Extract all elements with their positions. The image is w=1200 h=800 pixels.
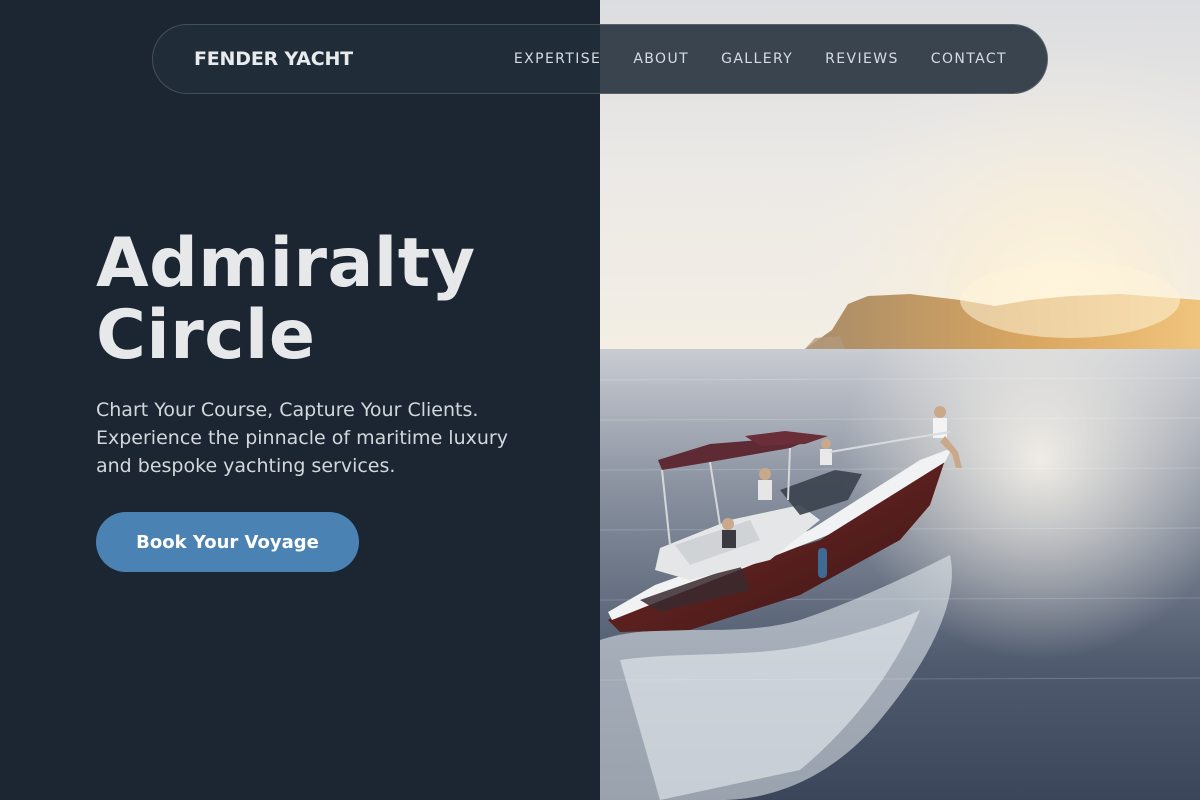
nav-link-expertise[interactable]: EXPERTISE xyxy=(498,45,617,73)
nav-links: EXPERTISE ABOUT GALLERY REVIEWS CONTACT xyxy=(498,45,1023,73)
nav-link-reviews[interactable]: REVIEWS xyxy=(809,45,915,73)
hero-subtitle: Chart Your Course, Capture Your Clients.… xyxy=(96,399,508,477)
hero-title-line-2: Circle xyxy=(96,296,316,375)
yacht-photo xyxy=(600,0,1200,800)
brand-logo[interactable]: FENDER YACHT xyxy=(194,48,353,70)
main-navbar: FENDER YACHT EXPERTISE ABOUT GALLERY REV… xyxy=(152,24,1048,94)
nav-link-about[interactable]: ABOUT xyxy=(617,45,705,73)
hero-title-line-1: Admiralty xyxy=(96,224,476,303)
hero-image xyxy=(600,0,1200,800)
nav-link-contact[interactable]: CONTACT xyxy=(915,45,1023,73)
nav-link-gallery[interactable]: GALLERY xyxy=(705,45,809,73)
book-voyage-button[interactable]: Book Your Voyage xyxy=(96,512,359,572)
landing-page: FENDER YACHT EXPERTISE ABOUT GALLERY REV… xyxy=(0,0,1200,800)
hero-title: Admiralty Circle xyxy=(96,228,576,372)
